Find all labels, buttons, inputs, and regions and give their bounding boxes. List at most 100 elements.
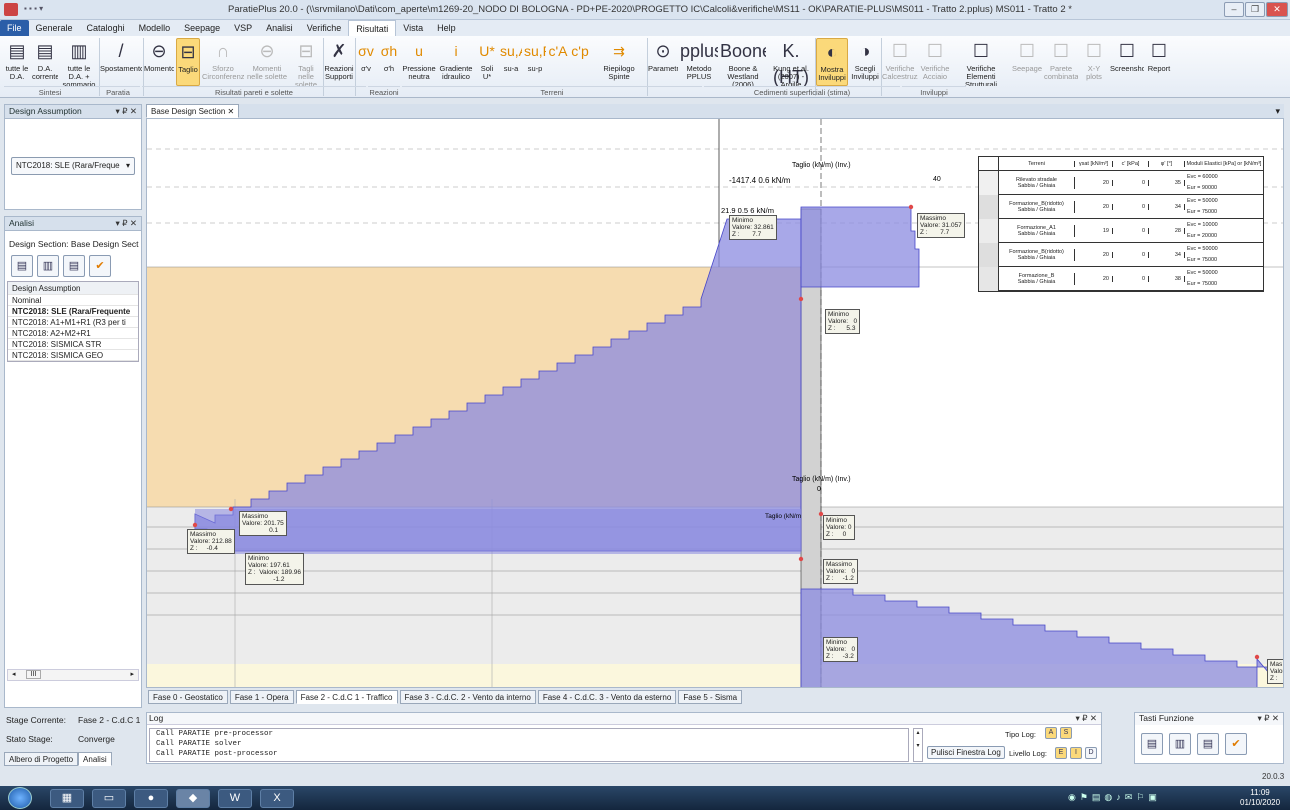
- ribbon-button-3[interactable]: / Spostamento: [100, 38, 142, 86]
- run-all-icon[interactable]: ▥: [1169, 733, 1191, 755]
- tab-phase-5[interactable]: Fase 5 - Sisma: [678, 690, 743, 704]
- menu-vsp[interactable]: VSP: [227, 20, 259, 36]
- tab-phase-4[interactable]: Fase 4 - C.d.C. 3 - Vento da esterno: [537, 690, 677, 704]
- livello-log-e[interactable]: E: [1055, 747, 1067, 759]
- ribbon-button-11[interactable]: σh σ'h: [378, 38, 400, 86]
- system-tray-icons[interactable]: ◉⚑▤◍♪✉⚐▣: [1068, 792, 1161, 803]
- ribbon-button-15[interactable]: su,A su-a: [500, 38, 522, 86]
- panel-tools[interactable]: ▾ ₽ ✕: [1075, 713, 1097, 724]
- list-item[interactable]: Nominal: [8, 295, 138, 306]
- list-item[interactable]: NTC2018: A2+M2+R1: [8, 328, 138, 339]
- tab-analisi[interactable]: Analisi: [78, 752, 112, 766]
- ribbon-button-17[interactable]: c'A: [548, 38, 568, 86]
- list-item[interactable]: NTC2018: SISMICA STR: [8, 339, 138, 350]
- clock[interactable]: 11:09 01/10/2020: [1240, 788, 1280, 808]
- ribbon-button-20[interactable]: ⊙ Parametri: [648, 38, 678, 86]
- ribbon-button-28[interactable]: ☐ Verifiche Elementi Strutturali: [952, 38, 1010, 86]
- check-icon[interactable]: ✔: [89, 255, 111, 277]
- tab-base-design-section[interactable]: Base Design Section ✕: [146, 104, 240, 118]
- run-icon[interactable]: ▤: [11, 255, 33, 277]
- ribbon-button-32[interactable]: ☐ Screenshot: [1110, 38, 1144, 86]
- paratie-icon[interactable]: ◆: [176, 789, 210, 808]
- tipo-log-a[interactable]: A: [1045, 727, 1057, 739]
- ribbon-button-33[interactable]: ☐ Report: [1146, 38, 1172, 86]
- close-button[interactable]: ✕: [1266, 2, 1288, 17]
- menu-help[interactable]: Help: [430, 20, 463, 36]
- menu-cataloghi[interactable]: Cataloghi: [80, 20, 132, 36]
- menu-modello[interactable]: Modello: [132, 20, 178, 36]
- start-button[interactable]: [8, 787, 32, 809]
- close-icon[interactable]: ✕: [228, 107, 235, 116]
- ribbon-button-29[interactable]: ☐ Seepage: [1012, 38, 1042, 86]
- ribbon-button-9[interactable]: ✗ Reazioni Supporti: [324, 38, 354, 86]
- tab-phase-0[interactable]: Fase 0 - Geostatico: [148, 690, 228, 704]
- calculator-icon[interactable]: ▦: [50, 789, 84, 808]
- menu-generale[interactable]: Generale: [29, 20, 80, 36]
- menu-seepage[interactable]: Seepage: [177, 20, 227, 36]
- ribbon-button-23[interactable]: K.(HT) Kung et al. (2007) - Argille: [768, 38, 814, 86]
- ribbon-button-12[interactable]: u Pressione neutra: [402, 38, 436, 86]
- tipo-log-s[interactable]: S: [1060, 727, 1072, 739]
- ribbon-button-6[interactable]: ∩ Sforzo Circonferenziale: [202, 38, 244, 86]
- run-stage-icon[interactable]: ▤: [1197, 733, 1219, 755]
- ribbon-button-0[interactable]: ▤ tutte le D.A.: [4, 38, 30, 86]
- clear-log-button[interactable]: Pulisci Finestra Log: [927, 746, 1005, 759]
- tab-phase-2[interactable]: Fase 2 - C.d.C 1 - Traffico: [295, 690, 398, 704]
- explorer-icon[interactable]: ▭: [92, 789, 126, 808]
- ribbon-button-1[interactable]: ▤ D.A. corrente: [32, 38, 58, 86]
- log-output[interactable]: Call PARATIE pre-processor Call PARATIE …: [149, 728, 909, 762]
- ribbon-button-8[interactable]: ⊟ Tagli nelle solette: [290, 38, 322, 86]
- livello-log-i[interactable]: I: [1070, 747, 1082, 759]
- ribbon-button-5[interactable]: ⊟ Taglio: [176, 38, 200, 86]
- ribbon-button-10[interactable]: σv σ'v: [356, 38, 376, 86]
- ribbon-button-14[interactable]: U* Soli U*: [476, 38, 498, 86]
- ribbon-button-22[interactable]: Boone Boone & Westland (2006): [720, 38, 766, 86]
- menu-vista[interactable]: Vista: [396, 20, 430, 36]
- panel-tools[interactable]: ▾ ₽ ✕: [1257, 713, 1279, 724]
- firefox-icon[interactable]: ●: [134, 789, 168, 808]
- ribbon-button-18[interactable]: c'p: [570, 38, 590, 86]
- list-item[interactable]: NTC2018: SLE (Rara/Frequente: [8, 306, 138, 317]
- menu-analisi[interactable]: Analisi: [259, 20, 300, 36]
- run-stage-icon[interactable]: ▤: [63, 255, 85, 277]
- ribbon-label: Tagli nelle solette: [294, 64, 318, 87]
- ribbon-button-25[interactable]: ◑ Scegli Inviluppi: [850, 38, 880, 86]
- panel-tools[interactable]: ▾ ₽ ✕: [115, 217, 137, 230]
- ribbon-button-7[interactable]: ⊖ Momenti nelle solette: [246, 38, 288, 86]
- ribbon-button-4[interactable]: ⊖ Momento: [144, 38, 174, 86]
- ribbon-button-26[interactable]: ☐ Verifiche Calcestruzzo: [882, 38, 918, 86]
- tab-menu-icon[interactable]: ▾: [1275, 106, 1280, 117]
- scroll-thumb[interactable]: III: [25, 670, 42, 679]
- menu-verifiche[interactable]: Verifiche: [300, 20, 349, 36]
- ribbon-button-27[interactable]: ☐ Verifiche Acciaio: [920, 38, 950, 86]
- ribbon-button-24[interactable]: ◐ Mostra Inviluppi: [816, 38, 848, 86]
- list-item[interactable]: NTC2018: SISMICA GEO: [8, 350, 138, 361]
- ribbon-button-30[interactable]: ☐ Parete combinata: [1044, 38, 1078, 86]
- run-icon[interactable]: ▤: [1141, 733, 1163, 755]
- ribbon-button-19[interactable]: ⇉ Riepilogo Spinte: [592, 38, 646, 86]
- tab-phase-3[interactable]: Fase 3 - C.d.C. 2 - Vento da interno: [399, 690, 536, 704]
- check-icon[interactable]: ✔: [1225, 733, 1247, 755]
- log-scrollbar[interactable]: ▴ ▾: [913, 728, 923, 762]
- design-assumption-select[interactable]: NTC2018: SLE (Rara/Freque ▾: [11, 157, 135, 175]
- panel-tools[interactable]: ▾ ₽ ✕: [115, 105, 137, 118]
- list-item[interactable]: NTC2018: A1+M1+R1 (R3 per ti: [8, 317, 138, 328]
- ribbon-button-2[interactable]: ▥ tutte le D.A. + sommario: [60, 38, 98, 86]
- tab-phase-1[interactable]: Fase 1 - Opera: [229, 690, 294, 704]
- ribbon-button-31[interactable]: ☐ X-Y plots: [1080, 38, 1108, 86]
- menu-file[interactable]: File: [0, 20, 29, 36]
- ribbon-button-13[interactable]: i Gradiente idraulico: [438, 38, 474, 86]
- maximize-button[interactable]: ❐: [1245, 2, 1265, 17]
- livello-log-d[interactable]: D: [1085, 747, 1097, 759]
- run-all-icon[interactable]: ▥: [37, 255, 59, 277]
- word-icon[interactable]: W: [218, 789, 252, 808]
- horizontal-scrollbar[interactable]: ◂ III ▸: [7, 669, 139, 681]
- ribbon-button-21[interactable]: pplus Metodo PPLUS: [680, 38, 718, 86]
- tab-albero-progetto[interactable]: Albero di Progetto: [4, 752, 79, 766]
- results-canvas[interactable]: Taglio (kN/m) (Inv.) -1417.4 0.6 kN/m 40 21…: [146, 118, 1284, 688]
- ribbon-button-16[interactable]: su,P su-p: [524, 38, 546, 86]
- excel-icon[interactable]: X: [260, 789, 294, 808]
- minimize-button[interactable]: –: [1224, 2, 1244, 17]
- menu-risultati[interactable]: Risultati: [348, 20, 397, 36]
- quick-access-toolbar[interactable]: ▪ ▪ ▪ ▾: [24, 4, 43, 13]
